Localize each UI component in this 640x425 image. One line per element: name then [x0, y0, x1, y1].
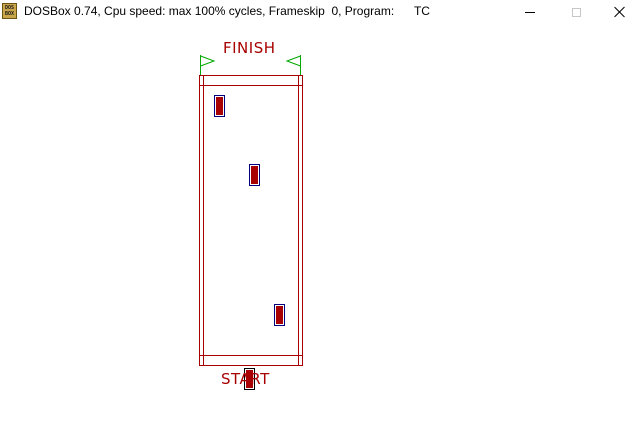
finish-label: FINISH — [223, 39, 276, 57]
close-button[interactable] — [599, 0, 640, 24]
left-flag-icon — [200, 55, 216, 75]
game-area[interactable]: FINISH START — [0, 24, 640, 425]
maximize-icon — [571, 7, 581, 17]
track-outer-border — [199, 75, 303, 366]
start-label: START — [221, 370, 270, 388]
window-title: DOSBox 0.74, Cpu speed: max 100% cycles,… — [24, 4, 430, 18]
title-bar[interactable]: DOS BOX DOSBox 0.74, Cpu speed: max 100%… — [0, 0, 640, 24]
maximize-button[interactable] — [553, 0, 599, 24]
close-icon — [614, 6, 626, 18]
race-track-canvas — [199, 55, 303, 390]
dosbox-icon[interactable]: DOS BOX — [2, 3, 17, 19]
minimize-icon — [525, 11, 535, 13]
opponent-car-1 — [214, 95, 225, 117]
opponent-car-3 — [274, 304, 285, 326]
right-flag-icon — [285, 55, 301, 75]
opponent-car-2 — [249, 164, 260, 186]
minimize-button[interactable] — [507, 0, 553, 24]
